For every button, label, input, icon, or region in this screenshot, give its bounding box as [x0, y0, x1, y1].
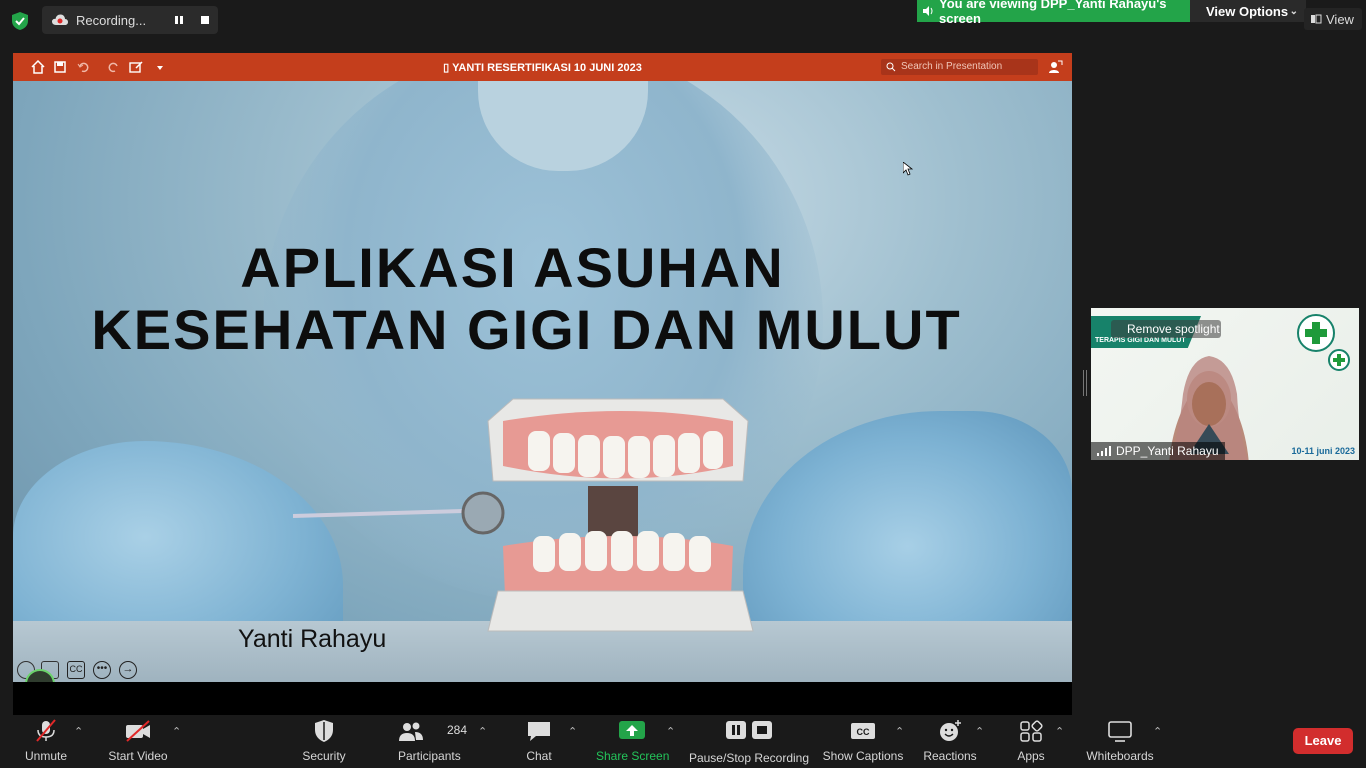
stop-recording-icon[interactable]: [198, 13, 212, 27]
share-screen-button[interactable]: Share Screen: [596, 719, 670, 767]
organization-logo-icon: [1297, 314, 1335, 352]
shield-icon[interactable]: [12, 12, 28, 30]
participants-icon: [399, 722, 423, 741]
next-slide-icon[interactable]: →: [119, 661, 137, 679]
dental-model-image: [487, 398, 754, 632]
chat-button[interactable]: Chat: [518, 719, 560, 767]
show-captions-label: Show Captions: [822, 749, 904, 763]
signal-strength-icon: [1097, 446, 1111, 456]
slide-author: Yanti Rahayu: [238, 625, 387, 653]
participant-name: DPP_Yanti Rahayu: [1116, 444, 1219, 458]
apps-icon: [1020, 720, 1043, 742]
slide-title-line2: KESEHATAN GIGI DAN MULUT: [91, 298, 962, 361]
whiteboards-button[interactable]: Whiteboards: [1084, 719, 1156, 767]
pause-stop-icon: [726, 721, 772, 739]
shield-icon: [315, 720, 333, 742]
document-icon: ▯: [443, 62, 453, 74]
whiteboard-icon: [1108, 721, 1132, 742]
slide-title-line1: APLIKASI ASUHAN: [240, 236, 785, 299]
chat-icon: [528, 722, 550, 741]
secondary-logo-icon: [1328, 349, 1350, 371]
pause-stop-recording-button[interactable]: Pause/Stop Recording: [688, 719, 810, 767]
unmute-label: Unmute: [24, 749, 68, 763]
presentation-slide: APLIKASI ASUHAN KESEHATAN GIGI DAN MULUT…: [13, 81, 1072, 682]
share-screen-label: Share Screen: [596, 749, 670, 763]
participant-name-tag: DPP_Yanti Rahayu: [1091, 442, 1225, 460]
security-button[interactable]: Security: [298, 719, 350, 767]
recording-label: Recording...: [76, 12, 147, 28]
viewing-screen-banner: You are viewing DPP_Yanti Rahayu's scree…: [917, 0, 1190, 26]
apps-button[interactable]: Apps: [1010, 719, 1052, 767]
layout-icon: [1311, 14, 1322, 24]
recording-indicator[interactable]: Recording...: [42, 6, 218, 34]
speaker-icon: [923, 6, 933, 16]
spotlight-label: Remove spotlight: [1127, 322, 1220, 336]
participants-caret-icon[interactable]: ⌃: [478, 725, 487, 738]
start-video-label: Start Video: [108, 749, 168, 763]
apps-label: Apps: [1017, 749, 1045, 763]
search-placeholder: Search in Presentation: [901, 61, 1003, 72]
view-options-button[interactable]: View Options ⌄: [1190, 0, 1306, 22]
chevron-down-icon: ⌄: [1289, 6, 1298, 17]
microphone-muted-icon: [36, 719, 56, 742]
start-video-button[interactable]: Start Video: [106, 719, 170, 767]
share-person-icon[interactable]: [1049, 60, 1063, 74]
resize-handle[interactable]: [1083, 370, 1087, 396]
captions-caret-icon[interactable]: ⌃: [895, 725, 904, 738]
dental-mirror-image: [293, 491, 505, 535]
presentation-toolbar: ▯ YANTI RESERTIFIKASI 10 JUNI 2023 Searc…: [13, 53, 1072, 81]
camera-off-icon: [126, 720, 150, 742]
chat-label: Chat: [526, 749, 552, 763]
view-button[interactable]: View: [1304, 8, 1362, 30]
more-options-icon[interactable]: •••: [93, 661, 111, 679]
view-label: View: [1326, 11, 1354, 27]
participants-count: 284: [447, 723, 468, 737]
video-options-caret-icon[interactable]: ⌃: [172, 725, 181, 738]
presentation-search-input[interactable]: Search in Presentation: [881, 59, 1038, 75]
reactions-caret-icon[interactable]: ⌃: [975, 725, 984, 738]
captions-icon: CC: [851, 723, 875, 739]
pause-stop-recording-label: Pause/Stop Recording: [688, 751, 810, 765]
reactions-label: Reactions: [923, 749, 977, 763]
captions-icon[interactable]: CC: [67, 661, 85, 679]
video-banner-text: TERAPIS GIGI DAN MULUT: [1095, 337, 1186, 344]
whiteboards-label: Whiteboards: [1086, 749, 1154, 763]
chat-caret-icon[interactable]: ⌃: [568, 725, 577, 738]
leave-button[interactable]: Leave: [1293, 728, 1353, 754]
reactions-button[interactable]: Reactions: [922, 719, 978, 767]
video-date-text: 10-11 juni 2023: [1291, 446, 1355, 456]
slide-bottom-bar: [13, 682, 1072, 715]
unmute-button[interactable]: Unmute: [22, 719, 70, 767]
participant-video-tile[interactable]: TERAPIS GIGI DAN MULUT Remove spotlight …: [1091, 308, 1359, 460]
share-screen-icon: [619, 721, 645, 739]
security-label: Security: [302, 749, 346, 763]
apps-caret-icon[interactable]: ⌃: [1055, 725, 1064, 738]
meeting-toolbar: Unmute ⌃ Start Video ⌃ Security Particip…: [0, 715, 1366, 768]
emoji-reaction-icon: [940, 720, 961, 741]
view-options-label: View Options: [1206, 3, 1289, 19]
show-captions-button[interactable]: CC Show Captions: [822, 719, 904, 767]
remove-spotlight-button[interactable]: Remove spotlight: [1111, 320, 1221, 338]
whiteboards-caret-icon[interactable]: ⌃: [1153, 725, 1162, 738]
search-icon: [886, 62, 896, 72]
cloud-record-icon: [52, 14, 68, 25]
participants-label: Participants: [398, 749, 461, 763]
audio-options-caret-icon[interactable]: ⌃: [74, 725, 83, 738]
mouse-cursor-icon: [903, 162, 913, 176]
viewing-banner-text: You are viewing DPP_Yanti Rahayu's scree…: [939, 0, 1167, 26]
share-caret-icon[interactable]: ⌃: [666, 725, 675, 738]
svg-text:CC: CC: [857, 727, 870, 737]
pause-recording-icon[interactable]: [172, 13, 186, 27]
presentation-title-text: YANTI RESERTIFIKASI 10 JUNI 2023: [452, 62, 642, 74]
